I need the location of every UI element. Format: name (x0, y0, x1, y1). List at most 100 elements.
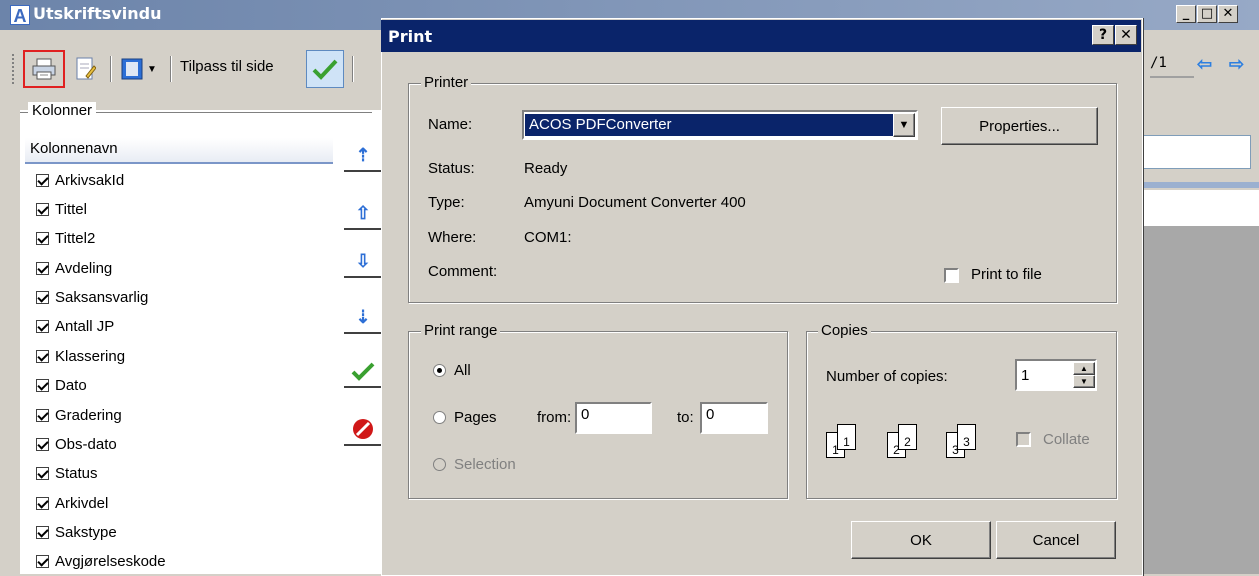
checkbox[interactable] (36, 231, 49, 245)
help-button[interactable]: ? (1092, 25, 1114, 45)
status-value: Ready (524, 160, 568, 177)
list-item-label: Dato (55, 376, 87, 394)
spin-down-icon[interactable]: ▼ (1073, 375, 1095, 388)
list-item[interactable]: Obs-dato (36, 432, 117, 456)
fit-to-page-label[interactable]: Tilpass til side (180, 58, 274, 75)
copies-stepper[interactable]: 1 ▲ ▼ (1015, 359, 1097, 391)
page-icon: 3 (957, 424, 976, 450)
list-item-label: Sakstype (55, 523, 117, 541)
checkbox[interactable] (36, 466, 49, 480)
cancel-list-button[interactable] (344, 414, 382, 446)
column-header[interactable]: Kolonnenavn (25, 138, 333, 164)
list-item[interactable]: Antall JP (36, 314, 114, 338)
checkbox[interactable] (36, 408, 49, 422)
page-icon: 1 (837, 424, 856, 450)
print-range-label: Print range (421, 322, 501, 339)
checkbox[interactable] (36, 261, 49, 275)
list-item-label: Tittel2 (55, 229, 96, 247)
list-item-label: Antall JP (55, 317, 115, 335)
print-preview-button[interactable] (70, 52, 100, 86)
list-item[interactable]: Tittel2 (36, 226, 95, 250)
copies-group (806, 331, 1117, 499)
checkbox[interactable] (36, 349, 49, 363)
list-item[interactable]: Sakstype (36, 520, 117, 544)
maximize-button[interactable]: □ (1197, 5, 1217, 23)
list-item[interactable]: Tittel (36, 197, 87, 221)
checkbox[interactable] (36, 290, 49, 304)
radio-button[interactable] (433, 411, 446, 424)
apply-button[interactable] (344, 356, 382, 388)
list-item[interactable]: Avdeling (36, 256, 112, 280)
number-of-copies-label: Number of copies: (826, 368, 948, 385)
checkmark-icon (312, 59, 338, 80)
checkbox[interactable] (36, 554, 49, 568)
printer-name-select[interactable]: ACOS PDFConverter ▼ (522, 110, 918, 140)
print-button[interactable] (23, 50, 65, 88)
checkbox[interactable] (36, 202, 49, 216)
ok-button[interactable]: OK (851, 521, 991, 559)
right-white-strip (1133, 190, 1259, 226)
previous-page-arrow-icon[interactable]: ⇦ (1197, 54, 1212, 75)
chevron-down-icon: ▼ (147, 63, 157, 75)
list-item[interactable]: Klassering (36, 344, 125, 368)
list-item[interactable]: ArkivsakId (36, 168, 124, 192)
checkbox[interactable] (36, 525, 49, 539)
list-item[interactable]: Dato (36, 373, 87, 397)
toolbar-separator (170, 56, 172, 82)
minimize-button[interactable]: _ (1176, 5, 1196, 23)
copies-value: 1 (1021, 366, 1030, 384)
comment-label: Comment: (428, 263, 498, 280)
next-page-arrow-icon[interactable]: ⇨ (1229, 54, 1244, 75)
to-input[interactable]: 0 (700, 402, 768, 434)
list-item[interactable]: Avgjørelseskode (36, 549, 166, 573)
checkbox[interactable] (36, 378, 49, 392)
list-item-label: ArkivsakId (55, 171, 125, 189)
where-label: Where: (428, 229, 477, 246)
dialog-title-bar (381, 20, 1141, 52)
move-to-top-button[interactable]: ⇡ (344, 140, 382, 172)
print-to-file-label[interactable]: Print to file (971, 266, 1042, 283)
print-to-file-checkbox[interactable] (944, 268, 959, 283)
close-app-button[interactable]: ✕ (1218, 5, 1238, 23)
radio-button[interactable] (433, 458, 446, 471)
properties-button[interactable]: Properties... (941, 107, 1098, 145)
list-item-label: Klassering (55, 347, 126, 365)
list-item[interactable]: Saksansvarlig (36, 285, 148, 309)
spin-up-icon[interactable]: ▲ (1073, 362, 1095, 375)
preview-area (1133, 226, 1259, 574)
pages-label: Pages (454, 409, 497, 426)
checkbox[interactable] (36, 496, 49, 510)
printer-name-value: ACOS PDFConverter (525, 114, 893, 136)
spin-buttons[interactable]: ▲ ▼ (1073, 362, 1095, 388)
move-down-button[interactable]: ⇩ (344, 246, 382, 278)
arrow-down-icon: ⇩ (355, 250, 371, 271)
app-title: Utskriftsvindu (33, 4, 162, 23)
list-item-label: Avgjørelseskode (55, 552, 166, 570)
from-input[interactable]: 0 (575, 402, 652, 434)
list-item[interactable]: Arkivdel (36, 491, 108, 515)
radio-button[interactable] (433, 364, 446, 377)
checkbox[interactable] (36, 173, 49, 187)
chevron-down-icon[interactable]: ▼ (893, 113, 915, 137)
close-dialog-button[interactable]: ✕ (1115, 25, 1137, 45)
checkbox[interactable] (36, 319, 49, 333)
list-item-label: Arkivdel (55, 494, 109, 512)
list-item[interactable]: Gradering (36, 403, 122, 427)
selection-radio[interactable]: Selection (433, 456, 516, 473)
right-splitter (1133, 182, 1259, 188)
layout-dropdown-button[interactable]: ▼ (120, 54, 164, 84)
checkbox[interactable] (36, 437, 49, 451)
right-input-field[interactable] (1133, 135, 1251, 169)
pages-radio[interactable]: Pages (433, 409, 497, 426)
move-to-bottom-button[interactable]: ⇣ (344, 302, 382, 334)
collate-checkbox[interactable] (1016, 432, 1031, 447)
list-item[interactable]: Status (36, 461, 98, 485)
all-radio[interactable]: All (433, 362, 471, 379)
all-label: All (454, 362, 471, 379)
move-up-button[interactable]: ⇧ (344, 198, 382, 230)
to-label: to: (677, 409, 694, 426)
fit-to-page-toggle[interactable] (306, 50, 344, 88)
arrow-up-icon: ⇧ (355, 202, 371, 223)
cancel-button[interactable]: Cancel (996, 521, 1116, 559)
list-item-label: Saksansvarlig (55, 288, 149, 306)
